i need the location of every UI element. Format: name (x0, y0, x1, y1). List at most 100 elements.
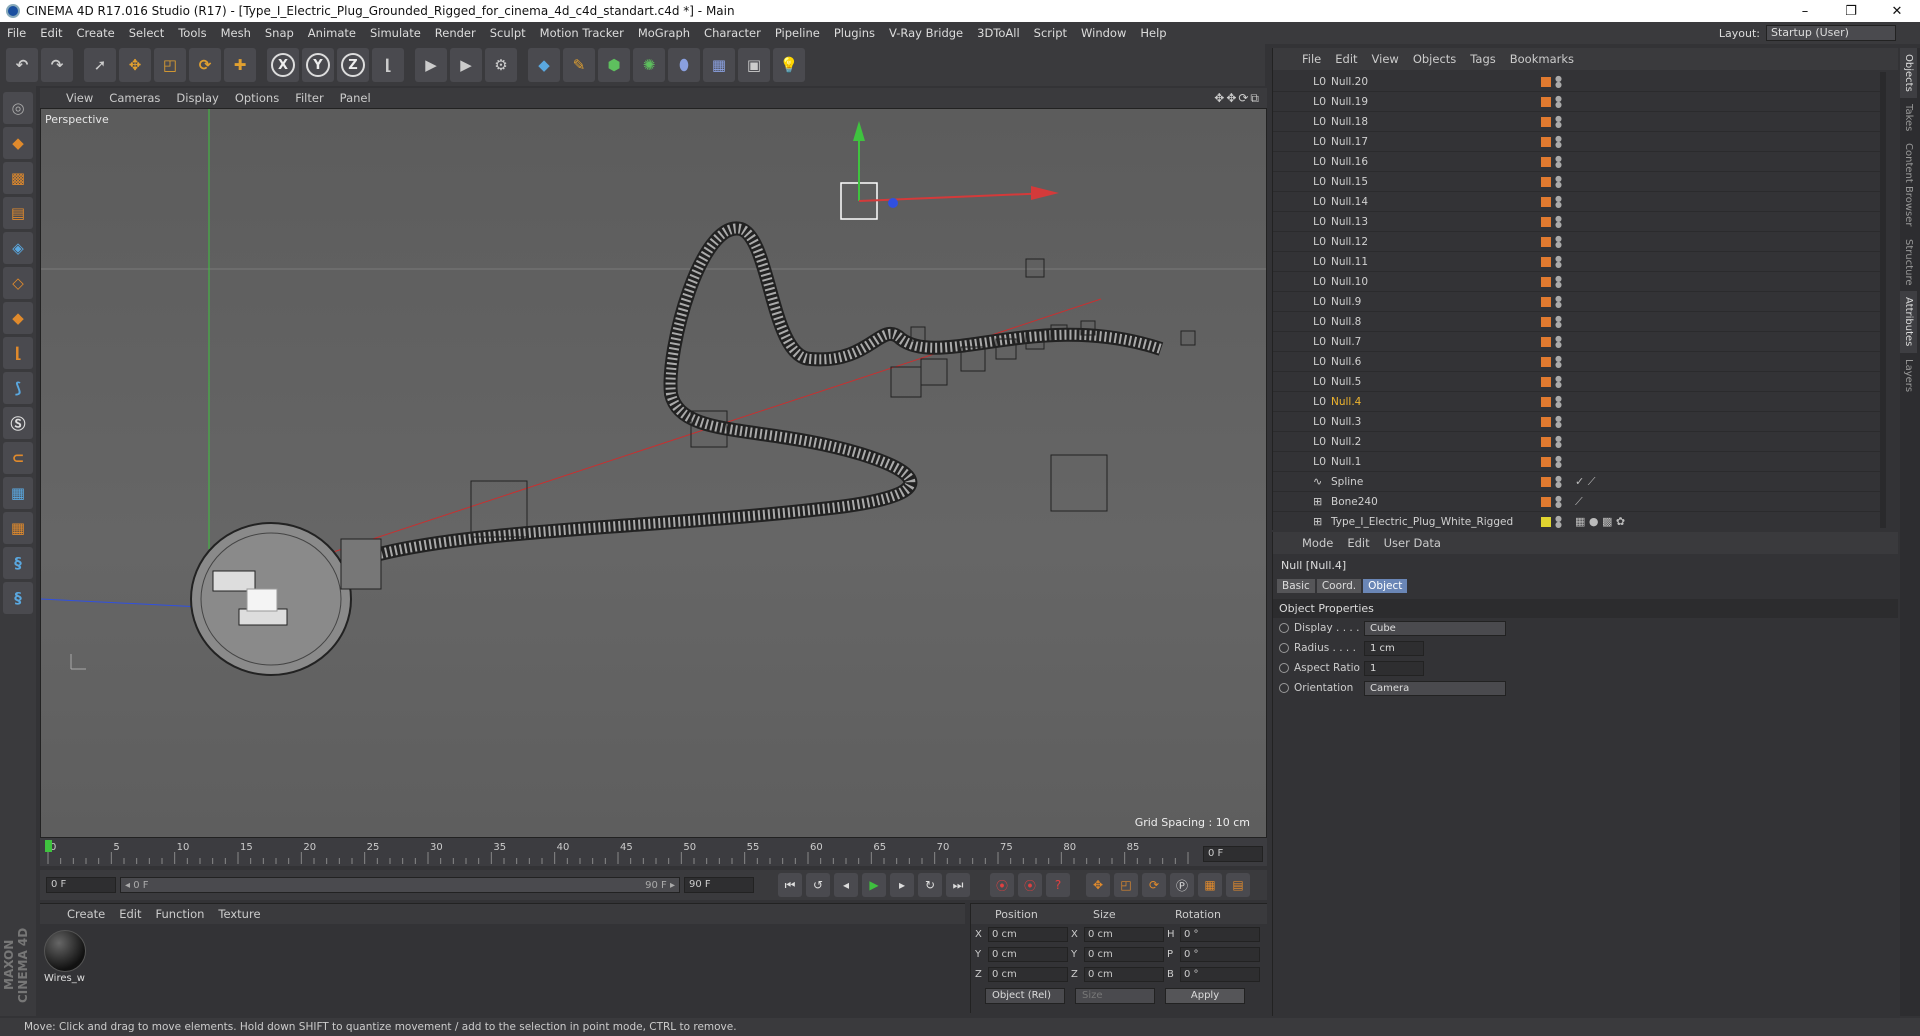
size-field[interactable]: 0 cm (1084, 946, 1164, 962)
visibility-dots-icon[interactable]: ● ● (1555, 134, 1565, 148)
coordinate-system-icon[interactable]: ⌊ (372, 48, 404, 82)
viewport-menu-display[interactable]: Display (168, 91, 226, 105)
layout-dropdown[interactable]: Startup (User) (1766, 25, 1896, 41)
layer-color-swatch[interactable] (1541, 296, 1551, 307)
menu-render[interactable]: Render (428, 26, 483, 40)
object-name[interactable]: Null.9 (1327, 296, 1527, 308)
object-row[interactable]: ⊞ Type_I_Electric_Plug_White_Rigged ● ● ▦ ●… (1273, 512, 1885, 528)
record-keys-icon[interactable]: ⦿ (990, 873, 1014, 897)
edges-mode-icon[interactable]: ◇ (3, 267, 33, 299)
planar-workplane-icon[interactable]: ▦ (3, 512, 33, 544)
side-tab-layers[interactable]: Layers (1900, 353, 1917, 398)
go-to-start-icon[interactable]: ⏮ (778, 873, 802, 897)
object-row[interactable]: ∿ Spline ● ● ✓ ⟋ (1273, 472, 1885, 492)
visibility-dots-icon[interactable]: ● ● (1555, 234, 1565, 248)
side-tab-takes[interactable]: Takes (1900, 98, 1917, 137)
object-row[interactable]: L0 Null.13 ● ● (1273, 212, 1885, 232)
menu-tools[interactable]: Tools (171, 26, 213, 40)
go-to-next-frame-icon[interactable]: ▸ (890, 873, 914, 897)
object-row[interactable]: L0 Null.12 ● ● (1273, 232, 1885, 252)
layer-color-swatch[interactable] (1541, 196, 1551, 207)
menu-help[interactable]: Help (1133, 26, 1173, 40)
record-point-level-icon[interactable]: ▦ (1198, 873, 1222, 897)
menu-plugins[interactable]: Plugins (827, 26, 882, 40)
go-to-previous-frame-icon[interactable]: ◂ (834, 873, 858, 897)
material-menu-function[interactable]: Function (149, 907, 212, 921)
object-row[interactable]: L0 Null.1 ● ● (1273, 452, 1885, 472)
animate-radio-icon[interactable] (1279, 623, 1289, 633)
object-menu-bookmarks[interactable]: Bookmarks (1503, 52, 1581, 66)
viewport-nav-icons[interactable]: ✥✥⟳⧉ (1214, 91, 1261, 106)
position-field[interactable]: 0 cm (988, 926, 1068, 942)
workplane-icon[interactable]: ▤ (3, 197, 33, 229)
object-row[interactable]: L0 Null.20 ● ● (1273, 72, 1885, 92)
tweak-mode-icon[interactable]: ⟆ (3, 372, 33, 404)
close-button[interactable]: ✕ (1874, 4, 1920, 19)
layer-color-swatch[interactable] (1541, 356, 1551, 367)
object-row[interactable]: L0 Null.10 ● ● (1273, 272, 1885, 292)
object-row[interactable]: L0 Null.16 ● ● (1273, 152, 1885, 172)
object-name[interactable]: Type_I_Electric_Plug_White_Rigged (1327, 516, 1527, 528)
animate-radio-icon[interactable] (1279, 663, 1289, 673)
visibility-dots-icon[interactable]: ● ● (1555, 434, 1565, 448)
menu-animate[interactable]: Animate (301, 26, 363, 40)
visibility-dots-icon[interactable]: ● ● (1555, 174, 1565, 188)
object-name[interactable]: Null.11 (1327, 256, 1527, 268)
menu-v-ray-bridge[interactable]: V-Ray Bridge (882, 26, 970, 40)
object-name[interactable]: Null.14 (1327, 196, 1527, 208)
scale-tool-icon[interactable]: ◰ (154, 48, 186, 82)
move-tool-icon[interactable]: ✥ (119, 48, 151, 82)
object-row[interactable]: L0 Null.9 ● ● (1273, 292, 1885, 312)
tab-basic[interactable]: Basic (1277, 579, 1315, 593)
attributes-menu-mode[interactable]: Mode (1295, 536, 1340, 550)
record-parameter-icon[interactable]: Ⓟ (1170, 873, 1194, 897)
animate-radio-icon[interactable] (1279, 683, 1289, 693)
property-number-field[interactable]: 1 cm (1364, 640, 1424, 656)
layer-color-swatch[interactable] (1541, 236, 1551, 247)
property-number-field[interactable]: 1 (1364, 660, 1424, 676)
material-menu-create[interactable]: Create (60, 907, 112, 921)
x-axis-lock-icon[interactable]: X (267, 48, 299, 82)
object-name[interactable]: Null.8 (1327, 316, 1527, 328)
layer-color-swatch[interactable] (1541, 436, 1551, 447)
object-name[interactable]: Null.6 (1327, 356, 1527, 368)
visibility-dots-icon[interactable]: ● ● (1555, 474, 1565, 488)
menu-snap[interactable]: Snap (258, 26, 301, 40)
viewport-menu-options[interactable]: Options (227, 91, 287, 105)
object-row[interactable]: ⊞ Bone240 ● ● ⟋ (1273, 492, 1885, 512)
maximize-button[interactable]: ❐ (1828, 4, 1874, 19)
object-name[interactable]: Null.7 (1327, 336, 1527, 348)
object-row[interactable]: L0 Null.11 ● ● (1273, 252, 1885, 272)
side-tab-content-browser[interactable]: Content Browser (1900, 137, 1917, 232)
object-name[interactable]: Null.5 (1327, 376, 1527, 388)
side-tab-attributes[interactable]: Attributes (1900, 291, 1917, 353)
undo-icon[interactable]: ↶ (6, 48, 38, 82)
python-script-icon[interactable]: § (3, 582, 33, 614)
layer-color-swatch[interactable] (1541, 416, 1551, 427)
object-name[interactable]: Null.3 (1327, 416, 1527, 428)
layer-color-swatch[interactable] (1541, 156, 1551, 167)
points-mode-icon[interactable]: ◈ (3, 232, 33, 264)
layer-color-swatch[interactable] (1541, 116, 1551, 127)
visibility-dots-icon[interactable]: ● ● (1555, 294, 1565, 308)
menu-simulate[interactable]: Simulate (363, 26, 428, 40)
material-swatch[interactable]: Wires_w (44, 930, 88, 984)
record-position-icon[interactable]: ✥ (1086, 873, 1110, 897)
visibility-dots-icon[interactable]: ● ● (1555, 154, 1565, 168)
start-frame-field[interactable]: 0 F (46, 877, 116, 893)
menu-select[interactable]: Select (122, 26, 171, 40)
object-row[interactable]: L0 Null.4 ● ● (1273, 392, 1885, 412)
render-view-icon[interactable]: ▶ (415, 48, 447, 82)
layer-color-swatch[interactable] (1541, 216, 1551, 227)
menu-create[interactable]: Create (70, 26, 122, 40)
object-row[interactable]: L0 Null.7 ● ● (1273, 332, 1885, 352)
autokeying-icon[interactable]: ⦿ (1018, 873, 1042, 897)
go-to-end-icon[interactable]: ⏭ (946, 873, 970, 897)
object-list-scrollbar[interactable] (1880, 72, 1886, 528)
object-name[interactable]: Bone240 (1327, 496, 1527, 508)
visibility-dots-icon[interactable]: ● ● (1555, 334, 1565, 348)
visibility-dots-icon[interactable]: ● ● (1555, 274, 1565, 288)
light-icon[interactable]: 💡 (773, 48, 805, 82)
locked-workplane-icon[interactable]: ▦ (3, 477, 33, 509)
visibility-dots-icon[interactable]: ● ● (1555, 414, 1565, 428)
